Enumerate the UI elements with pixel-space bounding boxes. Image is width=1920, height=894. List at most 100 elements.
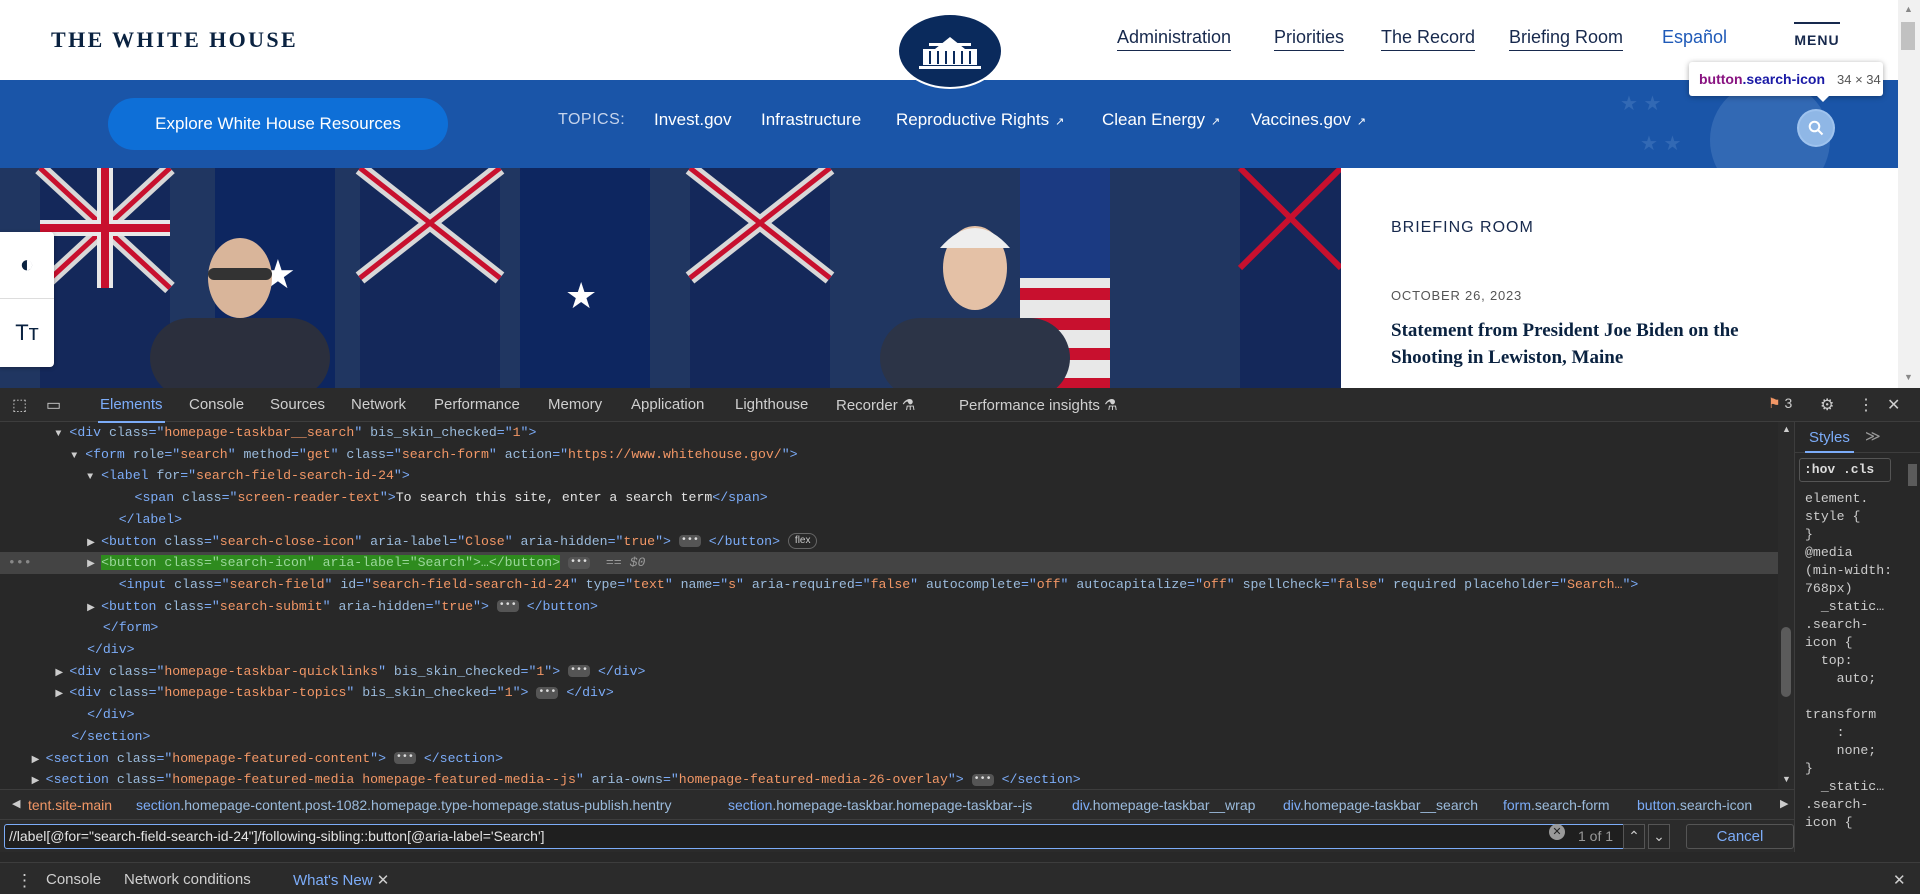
dom-node[interactable]: ▶ <button class="search-submit" aria-hidd… <box>0 596 1778 618</box>
match-count: 1 of 1 <box>1578 828 1614 844</box>
dom-node[interactable]: </section> <box>0 726 1778 748</box>
flags-backdrop: ★ ★ <box>0 168 1341 388</box>
dom-node[interactable]: ▼ <label for="search-field-search-id-24"> <box>0 465 1778 487</box>
nav-administration[interactable]: Administration <box>1117 27 1232 51</box>
dom-node[interactable]: <span class="screen-reader-text">To sear… <box>0 487 1778 509</box>
dom-node[interactable]: </form> <box>0 617 1778 639</box>
breadcrumb-item[interactable]: form.search-form <box>1503 797 1610 813</box>
previous-match-button[interactable]: ⌃ <box>1623 824 1645 849</box>
styles-filter[interactable]: :hov .cls <box>1799 458 1891 482</box>
topic-vaccines-gov[interactable]: Vaccines.gov ↗ <box>1251 110 1366 130</box>
breadcrumb-item[interactable]: section.homepage-taskbar.homepage-taskba… <box>728 797 1032 813</box>
accessibility-tools: ◐ Tт <box>0 232 54 367</box>
external-link-icon: ↗ <box>1356 116 1367 128</box>
briefing-kicker[interactable]: BRIEFING ROOM <box>1391 219 1534 237</box>
settings-gear-icon[interactable]: ⚙ <box>1820 395 1834 415</box>
dom-node[interactable]: </div> <box>0 704 1778 726</box>
briefing-title[interactable]: Statement from President Joe Biden on th… <box>1391 317 1791 371</box>
close-tab-icon[interactable]: ✕ <box>377 872 390 889</box>
breadcrumb-item[interactable]: div.homepage-taskbar__wrap <box>1072 797 1255 813</box>
explore-resources-button[interactable]: Explore White House Resources <box>108 98 448 150</box>
flask-icon: ⚗ <box>901 397 916 414</box>
topics-label: TOPICS: <box>558 111 626 128</box>
tab-application[interactable]: Application <box>631 396 704 413</box>
inspect-tooltip: button.search-icon 34 × 34 <box>1689 62 1883 102</box>
tab-recorder[interactable]: Recorder ⚗ <box>836 396 915 414</box>
flask-icon: ⚗ <box>1104 397 1118 414</box>
external-link-icon: ↗ <box>1055 116 1065 128</box>
briefing-date: OCTOBER 26, 2023 <box>1391 288 1523 303</box>
breadcrumb-right-arrow[interactable]: ▶ <box>1780 797 1788 810</box>
styles-header: Styles ≫ <box>1795 422 1920 453</box>
contrast-icon[interactable]: ◐ <box>0 232 54 299</box>
breadcrumb-item[interactable]: tent.site-main <box>28 797 112 813</box>
tab-sources[interactable]: Sources <box>270 396 325 413</box>
nav-the-record[interactable]: The Record <box>1381 27 1476 51</box>
close-drawer-icon[interactable]: ✕ <box>1893 871 1906 889</box>
dom-node-selected[interactable]: ••• ▶ <button class="search-icon" aria-la… <box>0 552 1778 574</box>
issues-badge[interactable]: ⚑ 3 <box>1768 395 1792 412</box>
styles-pane: Styles ≫ :hov .cls element. style { } @m… <box>1794 422 1920 852</box>
tab-styles[interactable]: Styles <box>1805 429 1854 453</box>
dom-tree: ▼ <div class="homepage-taskbar__search" b… <box>0 422 1778 789</box>
dom-node[interactable]: ▼ <form role="search" method="get" class=… <box>0 444 1778 466</box>
dom-node[interactable]: ▶ <div class="homepage-taskbar-quicklinks… <box>0 661 1778 683</box>
tab-network[interactable]: Network <box>351 396 406 413</box>
nav-briefing-room[interactable]: Briefing Room <box>1509 27 1624 51</box>
styles-rules[interactable]: element. style { } @media (min-width: 76… <box>1805 490 1905 832</box>
drawer-tab-network-conditions[interactable]: Network conditions <box>124 871 251 888</box>
dom-node[interactable]: ▶ <div class="homepage-taskbar-topics" bi… <box>0 682 1778 704</box>
tab-console[interactable]: Console <box>189 396 244 413</box>
homepage-taskbar: ★ ★ ★ ★ Explore White House Resources TOP… <box>0 80 1898 168</box>
topic-infrastructure[interactable]: Infrastructure <box>761 110 861 130</box>
text-size-icon[interactable]: Tт <box>0 299 54 366</box>
tab-lighthouse[interactable]: Lighthouse <box>735 396 808 413</box>
dom-node[interactable]: ▶ <section class="homepage-featured-media… <box>0 769 1778 789</box>
menu-button[interactable]: MENU <box>1794 22 1840 48</box>
briefing-panel: BRIEFING ROOM OCTOBER 26, 2023 Statement… <box>1341 168 1898 388</box>
tab-memory[interactable]: Memory <box>548 396 602 413</box>
dom-node[interactable]: <input class="search-field" id="search-f… <box>0 574 1778 596</box>
svg-text:★ ★: ★ ★ <box>1620 93 1661 115</box>
dom-node[interactable]: ▼ <div class="homepage-taskbar__search" b… <box>0 422 1778 444</box>
next-match-button[interactable]: ⌄ <box>1648 824 1670 849</box>
dom-node[interactable]: ▶ <button class="search-close-icon" aria-… <box>0 531 1778 553</box>
topic-clean-energy[interactable]: Clean Energy ↗ <box>1102 110 1220 130</box>
drawer-menu-icon[interactable]: ⋮ <box>16 871 33 891</box>
breadcrumb-item[interactable]: div.homepage-taskbar__search <box>1283 797 1478 813</box>
white-house-seal-icon[interactable] <box>897 13 1003 89</box>
topic-reproductive-rights[interactable]: Reproductive Rights ↗ <box>896 110 1064 130</box>
svg-text:★ ★: ★ ★ <box>1640 133 1681 155</box>
dom-tree-scrollbar[interactable]: ▲ ▼ <box>1778 422 1794 789</box>
dom-node[interactable]: ▶ <section class="homepage-featured-conte… <box>0 748 1778 770</box>
inspect-element-icon[interactable]: ⬚ <box>12 395 27 415</box>
breadcrumb-left-arrow[interactable]: ◀ <box>12 797 20 810</box>
more-options-icon[interactable]: ⋮ <box>1858 395 1874 415</box>
svg-text:★: ★ <box>565 275 597 316</box>
nav-priorities[interactable]: Priorities <box>1274 27 1345 51</box>
topic-invest-gov[interactable]: Invest.gov <box>654 110 732 130</box>
external-link-icon: ↗ <box>1211 116 1221 128</box>
drawer-tab-console[interactable]: Console <box>46 871 101 888</box>
dom-search-input[interactable]: //label[@for="search-field-search-id-24"… <box>4 824 1636 849</box>
site-logo[interactable]: THE WHITE HOUSE <box>51 27 298 53</box>
tab-elements[interactable]: Elements <box>98 396 165 423</box>
styles-scrollbar[interactable] <box>1904 454 1920 852</box>
breadcrumb-item[interactable]: section.homepage-content.post-1082.homep… <box>136 797 671 813</box>
more-tabs-icon[interactable]: ≫ <box>1865 427 1881 445</box>
devtools-panel: ⬚ ▭ Elements Console Sources Network Per… <box>0 388 1920 894</box>
tab-performance-insights[interactable]: Performance insights ⚗ <box>959 396 1118 414</box>
dom-node[interactable]: </label> <box>0 509 1778 531</box>
cancel-search-button[interactable]: Cancel <box>1686 824 1794 849</box>
tab-performance[interactable]: Performance <box>434 396 520 413</box>
clear-search-icon[interactable]: ✕ <box>1549 824 1565 840</box>
page-scrollbar[interactable]: ▲ ▼ <box>1898 0 1920 388</box>
dom-node[interactable]: </div> <box>0 639 1778 661</box>
search-icon[interactable] <box>1799 111 1833 145</box>
nav-espanol[interactable]: Español <box>1662 27 1727 50</box>
close-devtools-icon[interactable]: ✕ <box>1887 395 1900 415</box>
drawer-tab-whats-new[interactable]: What's New ✕ <box>293 871 389 889</box>
breadcrumb: ◀ tent.site-main section.homepage-conten… <box>0 789 1794 819</box>
device-toolbar-icon[interactable]: ▭ <box>46 395 61 415</box>
breadcrumb-item-selected[interactable]: button.search-icon <box>1637 797 1752 813</box>
